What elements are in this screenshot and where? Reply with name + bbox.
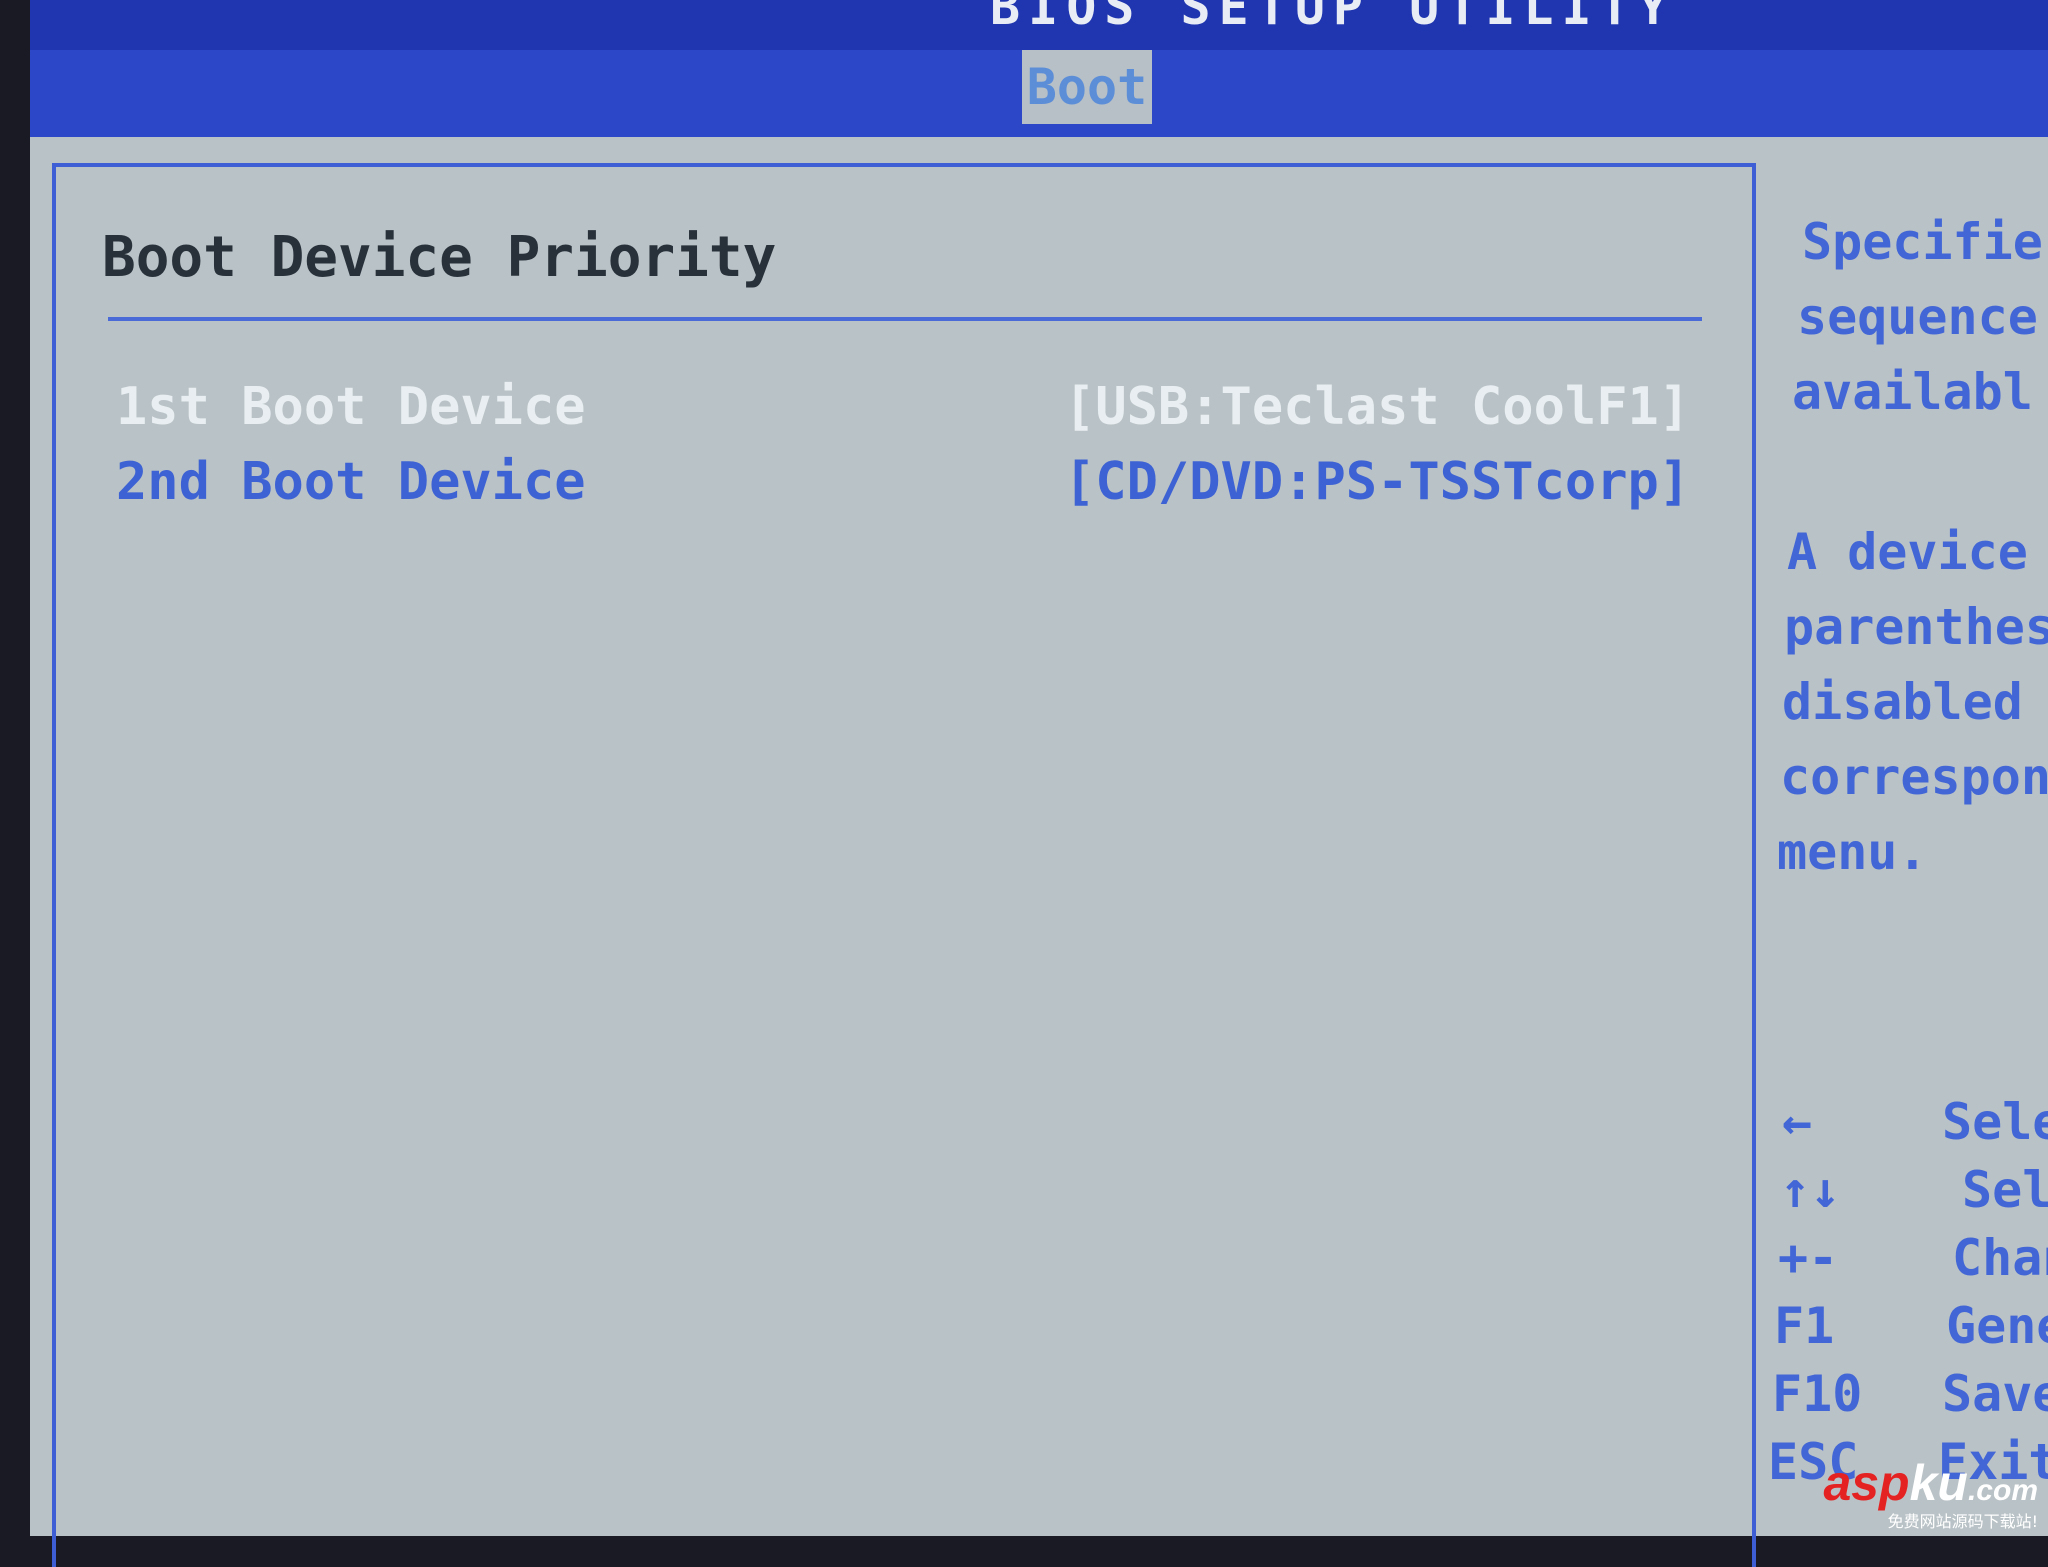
main-panel: Boot Device Priority 1st Boot Device [US… bbox=[52, 163, 1756, 1567]
watermark-tagline: 免费网站源码下载站! bbox=[1887, 1512, 2038, 1531]
divider bbox=[108, 317, 1702, 321]
help-line: sequence bbox=[1797, 288, 2038, 346]
help-line: parenthes bbox=[1784, 598, 2048, 656]
tab-boot[interactable]: Boot bbox=[1022, 50, 1152, 124]
help-line: availabl bbox=[1792, 363, 2033, 421]
item-value[interactable]: [USB:Teclast CoolF1] bbox=[1064, 377, 1690, 437]
up-down-arrow-icon: ↑↓ bbox=[1780, 1161, 1841, 1219]
key-f1: F1 bbox=[1774, 1297, 1835, 1355]
help-line: disabled bbox=[1782, 673, 2023, 731]
help-line: A device bbox=[1787, 523, 2028, 581]
key-desc: Selec bbox=[1942, 1093, 2048, 1151]
help-line: menu. bbox=[1777, 823, 1928, 881]
key-desc: Save bbox=[1942, 1365, 2048, 1423]
watermark-text: aspku.com bbox=[1823, 1455, 2038, 1511]
help-panel: Specifie sequence availabl A device pare… bbox=[1752, 163, 2048, 1563]
help-line: correspon bbox=[1780, 748, 2048, 806]
key-desc: Chan bbox=[1952, 1229, 2048, 1287]
header-bar: BIOS SETUP UTILITY Boot bbox=[30, 0, 2048, 137]
boot-device-1[interactable]: 1st Boot Device [USB:Teclast CoolF1] bbox=[116, 377, 1702, 437]
key-desc: Sele bbox=[1962, 1161, 2048, 1219]
item-label: 1st Boot Device bbox=[116, 377, 586, 437]
boot-device-2[interactable]: 2nd Boot Device [CD/DVD:PS-TSSTcorp] bbox=[116, 452, 1702, 512]
item-value[interactable]: [CD/DVD:PS-TSSTcorp] bbox=[1064, 452, 1690, 512]
help-line: Specifie bbox=[1802, 213, 2043, 271]
plus-minus-icon: +- bbox=[1778, 1229, 1839, 1287]
key-desc: Gener bbox=[1946, 1297, 2048, 1355]
section-heading: Boot Device Priority bbox=[102, 225, 777, 290]
item-label: 2nd Boot Device bbox=[116, 452, 586, 512]
key-f10: F10 bbox=[1772, 1365, 1863, 1423]
bios-title: BIOS SETUP UTILITY bbox=[990, 0, 1676, 36]
bios-screen: BIOS SETUP UTILITY Boot Boot Device Prio… bbox=[30, 0, 2048, 1567]
watermark-logo: aspku.com 免费网站源码下载站! bbox=[1823, 1458, 2038, 1532]
left-arrow-icon: ← bbox=[1782, 1093, 1813, 1151]
